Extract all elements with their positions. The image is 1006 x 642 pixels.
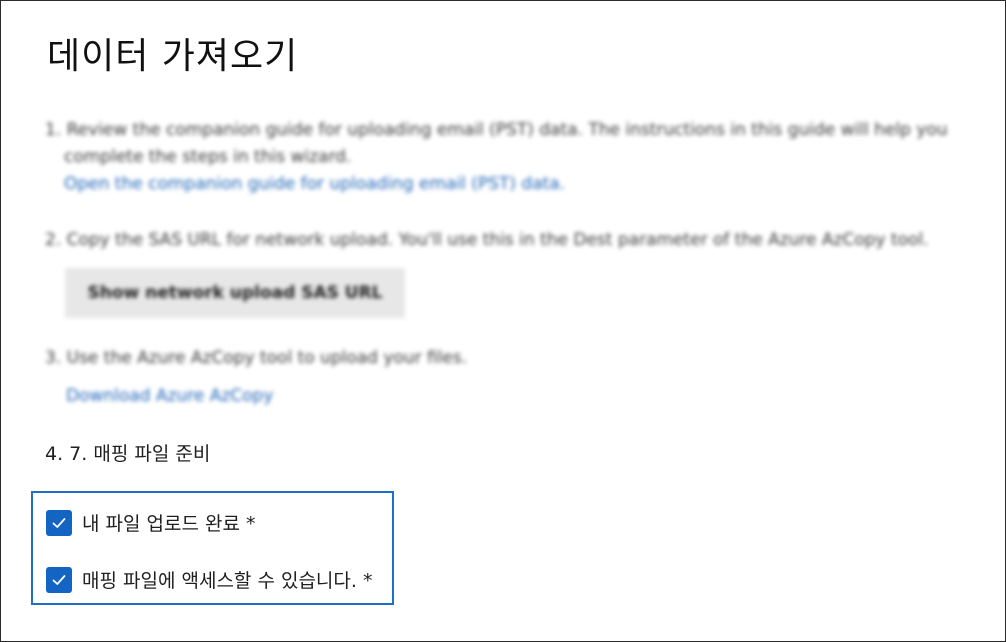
import-data-panel: 데이터 가져오기 1. Review the companion guide f… bbox=[0, 0, 1006, 642]
mapping-access-label: 매핑 파일에 액세스할 수 있습니다. * bbox=[82, 570, 373, 592]
step-3: 3. Use the Azure AzCopy tool to upload y… bbox=[45, 345, 985, 410]
confirmation-checkbox-group: 내 파일 업로드 완료 * 매핑 파일에 액세스할 수 있습니다. * bbox=[31, 491, 394, 605]
mapping-access-checkbox[interactable] bbox=[46, 566, 72, 593]
download-azcopy-link[interactable]: Download Azure AzCopy bbox=[66, 383, 985, 410]
step-1-text: 1. Review the companion guide for upload… bbox=[45, 120, 948, 140]
checkmark-icon bbox=[52, 517, 66, 528]
checkmark-icon bbox=[52, 574, 66, 585]
step-4-heading: 4. 7. 매핑 파일 준비 bbox=[45, 443, 211, 465]
mapping-access-checkbox-row[interactable]: 매핑 파일에 액세스할 수 있습니다. * bbox=[46, 566, 372, 593]
step-1: 1. Review the companion guide for upload… bbox=[45, 117, 985, 198]
step-2: 2. Copy the SAS URL for network upload. … bbox=[45, 227, 985, 254]
upload-complete-checkbox-row[interactable]: 내 파일 업로드 완료 * bbox=[46, 509, 256, 536]
step-3-text: 3. Use the Azure AzCopy tool to upload y… bbox=[45, 348, 468, 368]
step-2-text: 2. Copy the SAS URL for network upload. … bbox=[45, 230, 929, 250]
page-title: 데이터 가져오기 bbox=[47, 36, 299, 77]
step-1-text-cont: complete the steps in this wizard. bbox=[64, 147, 352, 167]
upload-complete-label: 내 파일 업로드 완료 * bbox=[82, 513, 256, 535]
upload-complete-checkbox[interactable] bbox=[46, 509, 72, 536]
show-sas-url-button[interactable]: Show network upload SAS URL bbox=[65, 268, 405, 318]
companion-guide-link[interactable]: Open the companion guide for uploading e… bbox=[64, 171, 985, 198]
